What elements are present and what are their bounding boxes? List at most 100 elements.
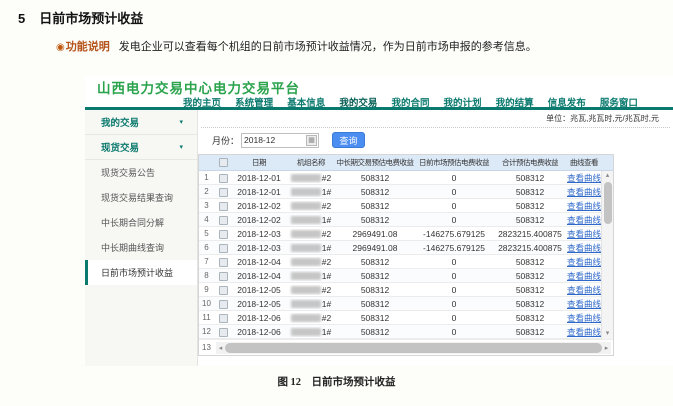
cell-unit-name: 1# [286, 299, 336, 309]
month-value[interactable] [244, 135, 302, 145]
cell-date: 2018-12-03 [232, 243, 286, 253]
scroll-right-icon[interactable]: ▸ [602, 344, 611, 352]
row-checkbox[interactable] [219, 202, 228, 211]
horizontal-scrollbar[interactable]: ◂ ▸ [216, 342, 611, 354]
month-input[interactable]: ▦ [241, 133, 319, 148]
row-number: 2 [199, 187, 214, 196]
col-header-longterm-revenue: 中长期交易预估电费收益 [336, 157, 414, 168]
cell-total-revenue: 508312 [494, 215, 566, 225]
sidebar-item[interactable]: 日前市场预计收益 [85, 260, 197, 285]
scroll-left-icon[interactable]: ◂ [216, 344, 225, 352]
view-curve-link[interactable]: 查看曲线 [567, 327, 601, 337]
cell-dayahead-revenue: 0 [414, 201, 494, 211]
redacted-unit-name [291, 230, 321, 238]
manual-page: 5日前市场预计收益 ◉功能说明发电企业可以查看每个机组的日前市场预计收益情况，作… [0, 0, 673, 406]
table-row: 1 2018-12-01 #2 508312 0 508312 查看曲线 [199, 171, 613, 185]
cell-dayahead-revenue: 0 [414, 257, 494, 267]
sidebar-item[interactable]: 中长期曲线查询 [85, 235, 197, 260]
cell-curve: 查看曲线 [566, 270, 602, 282]
row-number: 13 [199, 343, 214, 352]
view-curve-link[interactable]: 查看曲线 [567, 271, 601, 281]
sidebar-item-label: 中长期合同分解 [101, 216, 164, 229]
view-curve-link[interactable]: 查看曲线 [567, 215, 601, 225]
row-checkbox[interactable] [219, 314, 228, 323]
view-curve-link[interactable]: 查看曲线 [567, 243, 601, 253]
cell-total-revenue: 508312 [494, 257, 566, 267]
view-curve-link[interactable]: 查看曲线 [567, 313, 601, 323]
sidebar-item[interactable]: 中长期合同分解 [85, 210, 197, 235]
cell-longterm-revenue: 508312 [336, 271, 414, 281]
cell-total-revenue: 508312 [494, 173, 566, 183]
row-checkbox[interactable] [219, 230, 228, 239]
row-checkbox[interactable] [219, 188, 228, 197]
row-checkbox[interactable] [219, 286, 228, 295]
cell-total-revenue: 508312 [494, 187, 566, 197]
table-row: 10 2018-12-05 1# 508312 0 508312 查看曲线 [199, 297, 613, 311]
cell-curve: 查看曲线 [566, 186, 602, 198]
view-curve-link[interactable]: 查看曲线 [567, 285, 601, 295]
row-checkbox-cell [214, 228, 232, 238]
cell-dayahead-revenue: 0 [414, 271, 494, 281]
select-all-cell [214, 158, 232, 168]
view-curve-link[interactable]: 查看曲线 [567, 299, 601, 309]
search-button[interactable]: 查询 [332, 132, 365, 148]
row-checkbox-cell [214, 326, 232, 336]
calendar-icon[interactable]: ▦ [306, 135, 317, 146]
sidebar-item-label: 现货交易公告 [101, 166, 155, 179]
view-curve-link[interactable]: 查看曲线 [567, 201, 601, 211]
row-checkbox[interactable] [219, 174, 228, 183]
table-row: 7 2018-12-04 #2 508312 0 508312 查看曲线 [199, 255, 613, 269]
cell-date: 2018-12-03 [232, 229, 286, 239]
cell-curve: 查看曲线 [566, 326, 602, 338]
row-number: 5 [199, 229, 214, 238]
cell-unit-name: 1# [286, 243, 336, 253]
vertical-scroll-thumb[interactable] [604, 182, 612, 224]
row-checkbox[interactable] [219, 244, 228, 253]
cell-curve: 查看曲线 [566, 284, 602, 296]
view-curve-link[interactable]: 查看曲线 [567, 229, 601, 239]
sidebar-item[interactable]: 现货交易结果查询 [85, 185, 197, 210]
cell-total-revenue: 508312 [494, 327, 566, 337]
row-checkbox[interactable] [219, 216, 228, 225]
cell-longterm-revenue: 508312 [336, 215, 414, 225]
cell-longterm-revenue: 2969491.08 [336, 243, 414, 253]
unit-suffix: 1# [322, 243, 331, 253]
sidebar-item[interactable]: 现货交易公告 [85, 160, 197, 185]
view-curve-link[interactable]: 查看曲线 [567, 257, 601, 267]
cell-date: 2018-12-02 [232, 201, 286, 211]
partial-row: 13 ◂ ▸ [199, 339, 613, 355]
units-note: 单位：兆瓦,兆瓦时,元/兆瓦时,元 [546, 113, 659, 124]
row-checkbox-cell [214, 270, 232, 280]
month-label: 月份： [212, 134, 239, 147]
divider [201, 127, 670, 128]
grid-body: 1 2018-12-01 #2 508312 0 508312 查看曲线 [199, 171, 613, 339]
redacted-unit-name [291, 314, 321, 322]
sidebar-group[interactable]: 我的交易 ▾ [85, 110, 197, 135]
select-all-checkbox[interactable] [219, 158, 228, 167]
col-header-date: 日期 [232, 157, 286, 168]
scroll-down-icon[interactable]: ▾ [606, 329, 610, 339]
sidebar-items: 现货交易公告 现货交易结果查询 中长期合同分解 中长期曲线查询 [85, 160, 197, 285]
cell-longterm-revenue: 508312 [336, 187, 414, 197]
sidebar-group[interactable]: 现货交易 ▾ [85, 135, 197, 160]
chevron-down-icon: ▾ [179, 118, 183, 126]
cell-longterm-revenue: 508312 [336, 285, 414, 295]
row-checkbox[interactable] [219, 300, 228, 309]
scroll-up-icon[interactable]: ▴ [606, 171, 610, 181]
cell-date: 2018-12-06 [232, 313, 286, 323]
row-checkbox[interactable] [219, 258, 228, 267]
table-row: 11 2018-12-06 #2 508312 0 508312 查看曲线 [199, 311, 613, 325]
row-number: 11 [199, 313, 214, 322]
view-curve-link[interactable]: 查看曲线 [567, 187, 601, 197]
cell-dayahead-revenue: -146275.679125 [414, 243, 494, 253]
cell-curve: 查看曲线 [566, 214, 602, 226]
horizontal-scroll-thumb[interactable] [225, 343, 602, 353]
vertical-scrollbar[interactable]: ▴ ▾ [601, 171, 613, 339]
unit-suffix: #2 [322, 201, 331, 211]
cell-curve: 查看曲线 [566, 228, 602, 240]
chevron-down-icon: ▾ [179, 143, 183, 151]
view-curve-link[interactable]: 查看曲线 [567, 173, 601, 183]
row-checkbox[interactable] [219, 328, 228, 337]
row-checkbox[interactable] [219, 272, 228, 281]
cell-total-revenue: 508312 [494, 201, 566, 211]
